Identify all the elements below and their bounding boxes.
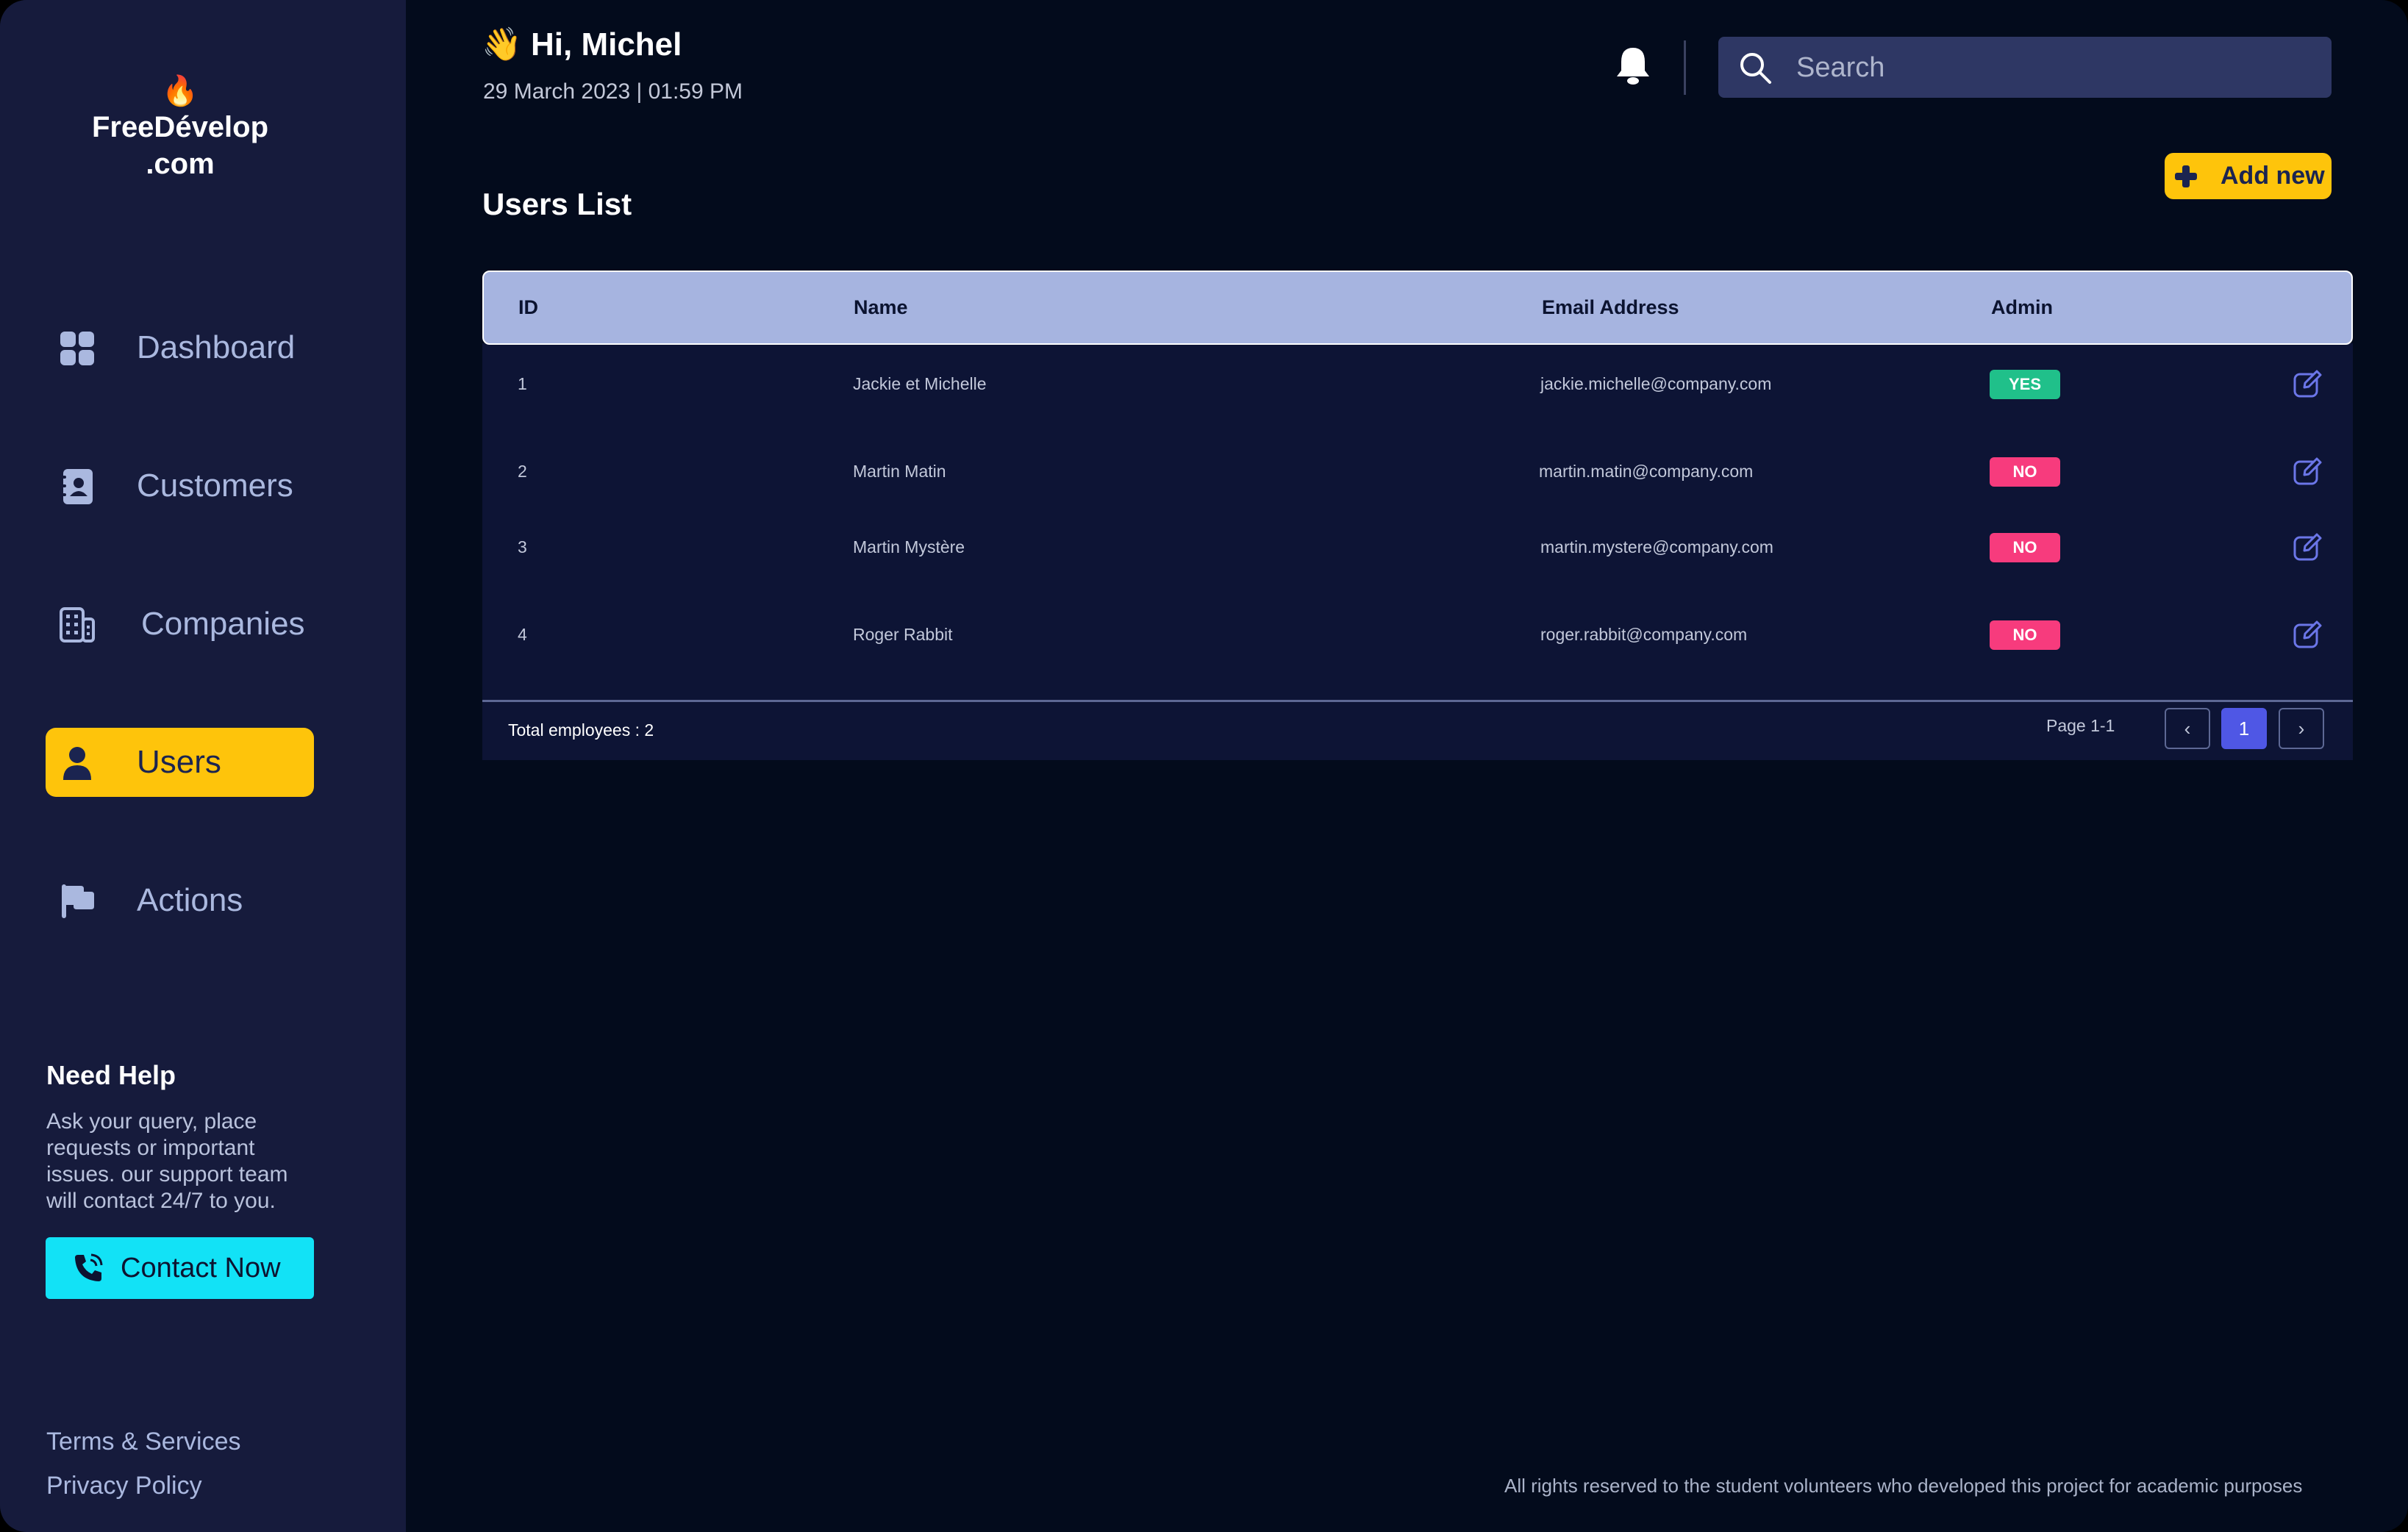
column-header-admin[interactable]: Admin [1991, 272, 2053, 343]
flag-icon [62, 884, 94, 918]
table-row[interactable]: 3 Martin Mystère martin.mystere@company.… [482, 518, 2353, 576]
search-icon [1740, 53, 1771, 84]
page-title: Users List [482, 187, 632, 221]
column-header-name[interactable]: Name [854, 272, 908, 343]
sidebar-item-label: Customers [137, 468, 293, 504]
previous-page-button[interactable]: ‹ [2165, 708, 2210, 749]
table-header: ID Name Email Address Admin [482, 271, 2353, 345]
copyright-notice: All rights reserved to the student volun… [1504, 1475, 2303, 1497]
admin-badge: NO [1990, 533, 2060, 562]
contact-now-label: Contact Now [121, 1252, 281, 1284]
sidebar-item-label: Companies [141, 606, 305, 642]
greeting: 👋 Hi, Michel [482, 26, 682, 62]
cell-email: roger.rabbit@company.com [1540, 625, 1748, 644]
table-row[interactable]: 1 Jackie et Michelle jackie.michelle@com… [482, 354, 2353, 413]
total-employees: Total employees : 2 [508, 720, 654, 740]
add-new-label: Add new [2221, 162, 2325, 190]
cell-name: Martin Matin [853, 462, 946, 481]
edit-icon[interactable] [2293, 620, 2322, 649]
admin-badge: YES [1990, 370, 2060, 399]
header-divider [1684, 40, 1686, 95]
sidebar-item-label: Users [137, 744, 221, 780]
cell-name: Jackie et Michelle [853, 374, 987, 393]
bell-icon[interactable] [1615, 46, 1651, 87]
contact-book-icon [60, 469, 93, 504]
terms-link[interactable]: Terms & Services [46, 1428, 241, 1456]
flame-icon: 🔥 [162, 75, 199, 107]
admin-badge: NO [1990, 457, 2060, 487]
contact-now-button[interactable]: Contact Now [46, 1237, 314, 1299]
brand-domain: .com [146, 148, 215, 180]
sidebar-item-dashboard[interactable]: Dashboard [46, 313, 314, 382]
search-input[interactable] [1795, 37, 2312, 99]
building-icon [60, 607, 95, 642]
sidebar-item-actions[interactable]: Actions [46, 866, 314, 935]
privacy-link[interactable]: Privacy Policy [46, 1472, 202, 1500]
brand-logo[interactable]: 🔥 FreeDévelop .com [0, 74, 360, 182]
cell-id: 4 [518, 625, 527, 644]
sidebar-item-users[interactable]: Users [46, 728, 314, 797]
next-page-button[interactable]: › [2279, 708, 2324, 749]
app-window: 🔥 FreeDévelop .com Dashboard Customers C… [0, 0, 2408, 1532]
column-header-email[interactable]: Email Address [1542, 272, 1679, 343]
edit-icon[interactable] [2293, 369, 2322, 398]
cell-id: 1 [518, 374, 527, 393]
page-1-button[interactable]: 1 [2221, 708, 2267, 749]
cell-id: 2 [518, 462, 527, 481]
table-row[interactable]: 4 Roger Rabbit roger.rabbit@company.com … [482, 605, 2353, 664]
page-info: Page 1-1 [2046, 716, 2115, 735]
sidebar-item-companies[interactable]: Companies [46, 590, 314, 659]
sidebar: 🔥 FreeDévelop .com Dashboard Customers C… [0, 0, 406, 1532]
help-title: Need Help [46, 1060, 176, 1090]
table-footer-divider [482, 700, 2353, 702]
cell-email: martin.mystere@company.com [1540, 537, 1773, 556]
dashboard-icon [60, 332, 94, 365]
cell-id: 3 [518, 537, 527, 556]
cell-email: jackie.michelle@company.com [1540, 374, 1772, 393]
search-bar[interactable] [1718, 37, 2332, 99]
cell-name: Roger Rabbit [853, 625, 953, 644]
current-date: 29 March 2023 | 01:59 PM [483, 79, 743, 104]
sidebar-item-label: Dashboard [137, 329, 296, 365]
table-row[interactable]: 2 Martin Matin martin.matin@company.com … [482, 442, 2353, 501]
column-header-id[interactable]: ID [518, 272, 538, 343]
edit-icon[interactable] [2293, 532, 2322, 562]
edit-icon[interactable] [2293, 457, 2322, 486]
cell-name: Martin Mystère [853, 537, 965, 556]
help-text: Ask your query, place requests or import… [46, 1109, 288, 1213]
users-table: ID Name Email Address Admin 1 Jackie et … [482, 271, 2353, 760]
user-icon [63, 747, 91, 780]
phone-icon [75, 1253, 103, 1281]
add-new-button[interactable]: Add new [2165, 153, 2332, 199]
admin-badge: NO [1990, 620, 2060, 650]
sidebar-item-label: Actions [137, 882, 243, 918]
cell-email: martin.matin@company.com [1539, 462, 1754, 481]
brand-name: FreeDévelop [91, 111, 269, 143]
sidebar-item-customers[interactable]: Customers [46, 451, 314, 520]
plus-icon [2175, 165, 2197, 187]
